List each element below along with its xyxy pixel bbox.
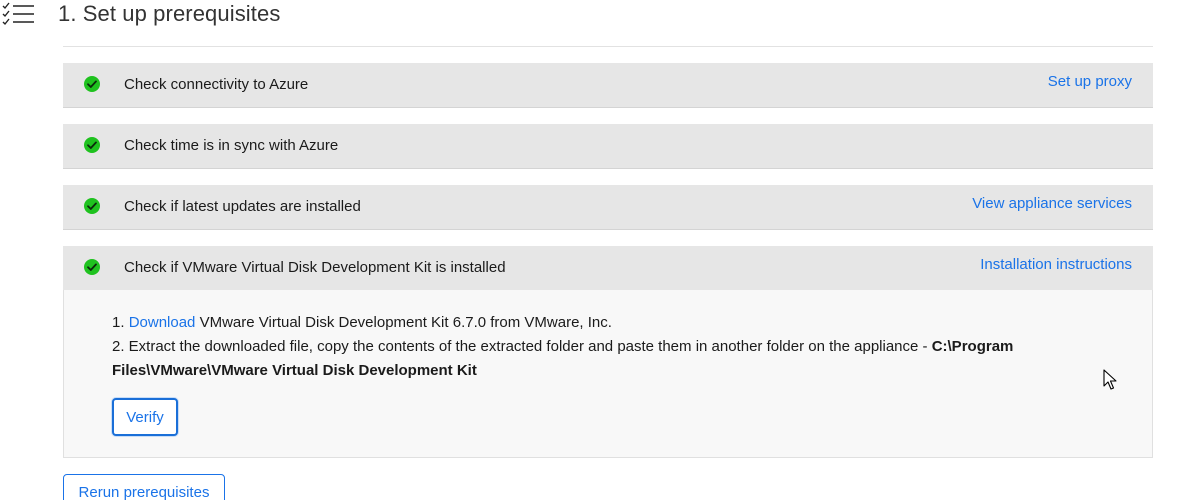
set-up-proxy-link[interactable]: Set up proxy <box>1048 72 1132 92</box>
header-divider <box>63 46 1153 47</box>
step-text: VMware Virtual Disk Development Kit 6.7.… <box>195 314 612 331</box>
check-label: Check connectivity to Azure <box>124 76 309 93</box>
installation-instructions-link[interactable]: Installation instructions <box>980 255 1132 275</box>
step-text: 2. Extract the downloaded file, copy the… <box>112 338 932 355</box>
check-row-vddk[interactable]: Check if VMware Virtual Disk Development… <box>63 246 1153 291</box>
check-label: Check if latest updates are installed <box>124 198 361 215</box>
vddk-details-panel: 1. Download VMware Virtual Disk Developm… <box>63 290 1153 458</box>
view-appliance-services-link[interactable]: View appliance services <box>972 194 1132 214</box>
check-label: Check time is in sync with Azure <box>124 137 339 154</box>
check-row-time-sync: Check time is in sync with Azure <box>63 124 1153 169</box>
page-title: 1. Set up prerequisites <box>58 1 281 26</box>
check-row-updates: Check if latest updates are installed Vi… <box>63 185 1153 230</box>
verify-button[interactable]: Verify <box>112 398 178 436</box>
mouse-pointer-icon <box>1103 369 1117 390</box>
check-label: Check if VMware Virtual Disk Development… <box>124 259 506 276</box>
checklist-icon <box>2 2 34 26</box>
success-check-icon <box>84 76 100 92</box>
step-number: 1. <box>112 314 129 331</box>
success-check-icon <box>84 198 100 214</box>
step-extract: 2. Extract the downloaded file, copy the… <box>112 335 1112 383</box>
prerequisites-page: 1. Set up prerequisites Check connectivi… <box>0 0 1200 500</box>
rerun-prerequisites-button[interactable]: Rerun prerequisites <box>63 474 225 500</box>
success-check-icon <box>84 137 100 153</box>
download-link[interactable]: Download <box>129 314 196 331</box>
step-download: 1. Download VMware Virtual Disk Developm… <box>112 311 612 335</box>
success-check-icon <box>84 259 100 275</box>
check-row-connectivity: Check connectivity to Azure Set up proxy <box>63 63 1153 108</box>
